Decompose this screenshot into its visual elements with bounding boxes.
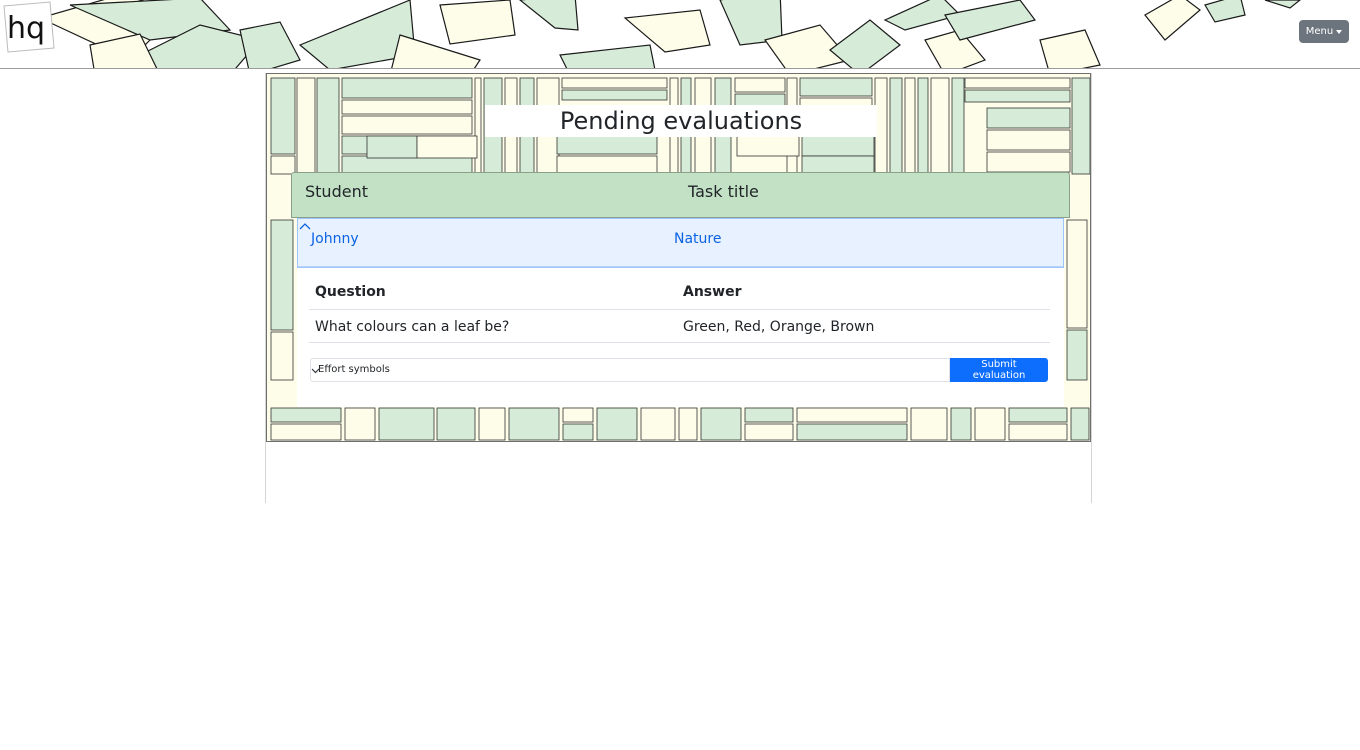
evaluations-table-header: Student Task title bbox=[291, 172, 1070, 218]
table-row: What colours can a leaf be? Green, Red, … bbox=[309, 310, 1050, 343]
chevron-down-icon bbox=[311, 368, 320, 374]
evaluations-panel: Pending evaluations Student Task title J… bbox=[266, 73, 1091, 442]
question-answer-table: Question Answer What colours can a leaf … bbox=[309, 275, 1050, 343]
evaluation-row-toggle[interactable]: Johnny Nature bbox=[297, 218, 1064, 268]
question-text: What colours can a leaf be? bbox=[315, 319, 510, 335]
student-name: Johnny bbox=[311, 231, 359, 247]
menu-button[interactable]: Menu bbox=[1299, 20, 1349, 43]
column-header-student: Student bbox=[305, 182, 368, 201]
top-header: hq Menu bbox=[0, 0, 1360, 69]
answer-text: Green, Red, Orange, Brown bbox=[683, 319, 875, 335]
submit-evaluation-button[interactable]: Submit evaluation bbox=[950, 358, 1048, 382]
evaluation-type-select[interactable]: Effort symbols bbox=[310, 358, 950, 382]
page-title: Pending evaluations bbox=[485, 105, 877, 137]
caret-down-icon bbox=[1336, 29, 1343, 34]
column-header-question: Question bbox=[315, 284, 386, 300]
column-header-answer: Answer bbox=[683, 284, 742, 300]
hq-logo[interactable]: hq bbox=[0, 0, 60, 60]
logo-text: hq bbox=[7, 11, 45, 46]
task-title: Nature bbox=[674, 231, 722, 247]
header-paper-pattern bbox=[38, 0, 1301, 68]
evaluation-row-card: Johnny Nature Question Answer What colou… bbox=[297, 218, 1064, 407]
qa-table-header: Question Answer bbox=[309, 275, 1050, 310]
column-header-task-title: Task title bbox=[688, 182, 759, 201]
menu-button-label: Menu bbox=[1305, 26, 1334, 37]
main-container: Pending evaluations Student Task title J… bbox=[265, 73, 1092, 503]
chevron-up-icon[interactable] bbox=[298, 219, 312, 233]
evaluation-type-value: Effort symbols bbox=[318, 364, 390, 375]
